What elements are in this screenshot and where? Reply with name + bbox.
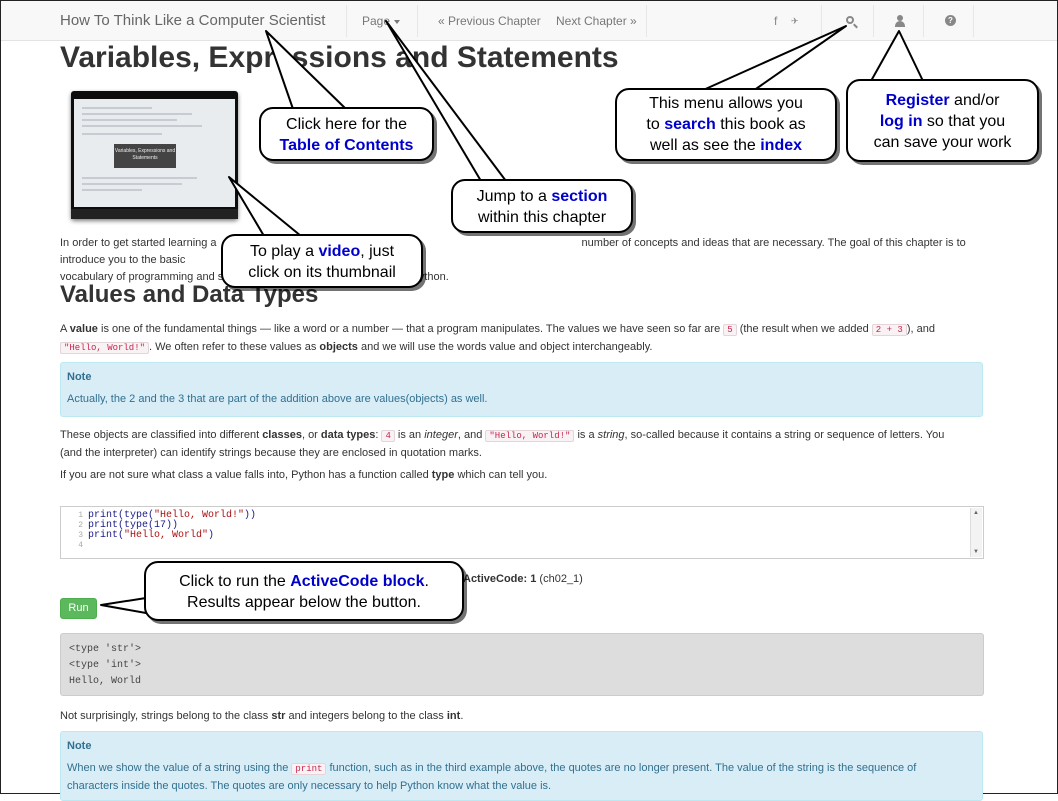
run-callout-pointer [100, 597, 147, 614]
note-title: Note [67, 740, 92, 752]
line-numbers: 1 2 3 4 [78, 511, 83, 550]
section-callout: Jump to a section within this chapter [451, 179, 633, 233]
next-chapter-link[interactable]: Next Chapter » [556, 1, 637, 41]
page-menu-label: Page [362, 14, 391, 28]
nav-divider [821, 5, 822, 37]
note-title: Note [67, 371, 92, 383]
run-callout: Click to run the ActiveCode block. Resul… [144, 561, 464, 621]
facebook-icon[interactable]: f [774, 1, 777, 41]
inline-code: 5 [723, 324, 737, 336]
paragraph-values: A value is one of the fundamental things… [60, 323, 935, 354]
video-title-overlay: Variables, Expressions and Statements [114, 144, 176, 168]
run-button[interactable]: Run [60, 598, 97, 619]
user-icon[interactable] [895, 15, 905, 27]
inline-code: print [291, 763, 327, 775]
search-callout: This menu allows you to search this book… [615, 88, 837, 161]
chevron-down-icon [394, 19, 401, 24]
previous-chapter-link[interactable]: « Previous Chapter [438, 1, 541, 41]
video-callout-pointer [228, 176, 302, 237]
note-body: Actually, the 2 and the 3 that are part … [67, 393, 488, 405]
note-body: When we show the value of a string using… [67, 762, 917, 792]
activecode-editor[interactable]: 1 2 3 4 print(type("Hello, World!")) prin… [60, 506, 984, 559]
help-icon[interactable]: ? [945, 15, 956, 26]
nav-divider [873, 5, 874, 37]
nav-divider [417, 5, 418, 37]
video-callout: To play a video, just click on its thumb… [221, 234, 423, 288]
activecode-label: ActiveCode: 1 (ch02_1) [463, 573, 583, 585]
book-title-link[interactable]: How To Think Like a Computer Scientist [60, 1, 325, 41]
code-text[interactable]: print(type("Hello, World!")) print(type(1… [88, 511, 256, 551]
paragraph-classes: These objects are classified into differ… [60, 429, 945, 459]
note-box: Note Actually, the 2 and the 3 that are … [60, 362, 983, 417]
inline-code: 2 + 3 [871, 324, 907, 336]
note-box: Note When we show the value of a string … [60, 731, 983, 801]
nav-divider [973, 5, 974, 37]
page-menu-dropdown[interactable]: Page [362, 1, 401, 41]
toc-callout: Click here for the Table of Contents [259, 107, 434, 161]
register-callout: Register and/or log in so that you can s… [846, 79, 1039, 162]
nav-divider [923, 5, 924, 37]
top-navbar: How To Think Like a Computer Scientist P… [1, 1, 1057, 41]
paragraph-type: If you are not sure what class a value f… [60, 469, 548, 481]
editor-scrollbar[interactable]: ▲ ▼ [970, 508, 982, 557]
output-area: <type 'str'> <type 'int'> Hello, World [60, 633, 984, 696]
nav-divider [346, 5, 347, 37]
page-title: Variables, Expressions and Statements [60, 41, 619, 74]
search-icon[interactable] [846, 16, 854, 24]
video-thumbnail[interactable]: Variables, Expressions and Statements [71, 91, 238, 219]
paragraph-str-int: Not surprisingly, strings belong to the … [60, 710, 464, 722]
twitter-icon[interactable]: ✈ [791, 1, 799, 41]
nav-divider [646, 5, 647, 37]
inline-code: "Hello, World!" [485, 430, 575, 442]
intro-paragraph: In order to get started learning a number… [60, 237, 966, 283]
inline-code: "Hello, World!" [60, 342, 150, 354]
inline-code: 4 [381, 430, 395, 442]
